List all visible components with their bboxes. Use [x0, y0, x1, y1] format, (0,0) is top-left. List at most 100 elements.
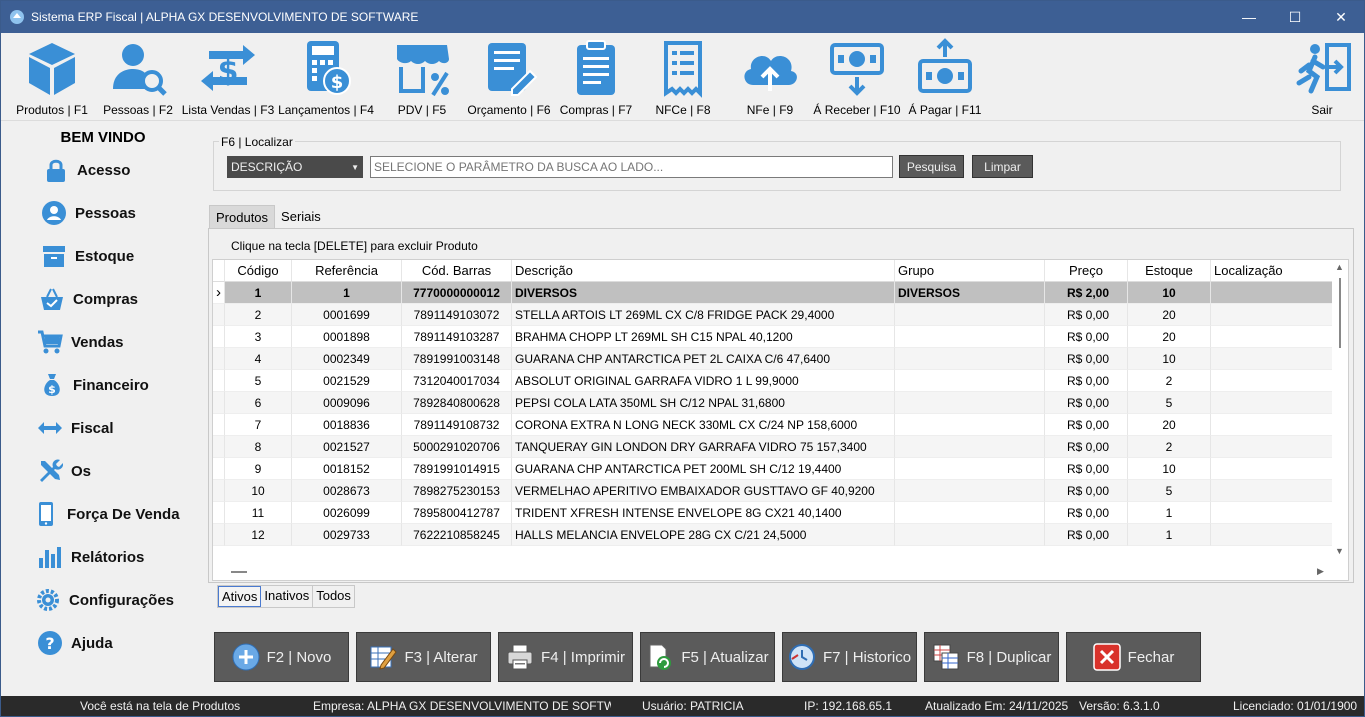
maximize-button[interactable]: ☐	[1272, 1, 1318, 33]
toolbar-orcamento-label: Orçamento | F6	[467, 103, 551, 117]
sidebar-item-fiscal[interactable]: Fiscal	[37, 411, 114, 445]
cell-codigo: 6	[225, 392, 292, 414]
products-grid[interactable]: Código Referência Cód. Barras Descrição …	[212, 259, 1349, 581]
column-header-descricao[interactable]: Descrição	[512, 260, 895, 282]
scroll-thumb[interactable]	[1339, 278, 1341, 348]
scroll-down-icon[interactable]: ▼	[1335, 546, 1344, 556]
novo-button[interactable]: F2 | Novo	[214, 632, 349, 682]
minimize-button[interactable]: —	[1226, 1, 1272, 33]
toolbar-orcamento-button[interactable]: Orçamento | F6	[466, 33, 552, 121]
clipboard-icon	[577, 40, 615, 95]
sidebar-item-financeiro[interactable]: $ Financeiro	[39, 368, 149, 402]
cell-localizacao	[1211, 326, 1333, 348]
shopping-basket-icon	[41, 288, 63, 310]
help-icon: ?	[38, 631, 62, 655]
cell-cod-barras: 7891149108732	[402, 414, 512, 436]
table-row[interactable]: 11 0026099 7895800412787 TRIDENT XFRESH INT…	[213, 502, 1333, 524]
toolbar-nfce-button[interactable]: NFCe | F8	[649, 33, 717, 121]
historico-button-label: F7 | Historico	[822, 648, 912, 666]
sidebar-item-acesso[interactable]: Acesso	[43, 153, 130, 187]
main-content: F6 | Localizar DESCRIÇÃO ▼ Pesquisa Limp…	[201, 123, 1364, 696]
filter-ativos[interactable]: Ativos	[218, 586, 262, 607]
table-row[interactable]: 7 0018836 7891149108732 CORONA EXTRA N LONG…	[213, 414, 1333, 436]
vertical-scrollbar[interactable]: ▲ ▼	[1332, 260, 1348, 580]
toolbar-compras-button[interactable]: Compras | F7	[559, 33, 633, 121]
tab-produtos[interactable]: Produtos	[209, 205, 276, 229]
table-row[interactable]: 8 0021527 5000291020706 TANQUERAY GIN LONDO…	[213, 436, 1333, 458]
cell-estoque: 10	[1128, 282, 1211, 304]
column-header-preco[interactable]: Preço	[1045, 260, 1128, 282]
sidebar-item-forca-de-venda[interactable]: Força De Venda	[33, 497, 180, 531]
table-row[interactable]: 4 0002349 7891991003148 GUARANA CHP ANTARCT…	[213, 348, 1333, 370]
sidebar-item-configuracoes[interactable]: Configurações	[35, 583, 174, 617]
cell-cod-barras: 7891991003148	[402, 348, 512, 370]
scroll-right-icon[interactable]: ▶	[1317, 566, 1324, 577]
app-logo-icon	[10, 10, 24, 24]
sidebar-item-ajuda[interactable]: ? Ajuda	[37, 626, 113, 660]
toolbar-sair-label: Sair	[1311, 103, 1333, 117]
atualizar-button[interactable]: F5 | Atualizar	[640, 632, 775, 682]
alterar-button[interactable]: F3 | Alterar	[356, 632, 491, 682]
toolbar-pdv-button[interactable]: PDV | F5	[391, 33, 453, 121]
search-param-select[interactable]: DESCRIÇÃO ▼	[227, 156, 363, 178]
column-header-grupo[interactable]: Grupo	[895, 260, 1045, 282]
toolbar-a-receber-button[interactable]: Á Receber | F10	[813, 33, 901, 121]
filter-todos[interactable]: Todos	[313, 586, 354, 607]
row-indicator	[213, 502, 225, 524]
cell-grupo	[895, 480, 1045, 502]
cell-referencia: 0028673	[292, 480, 402, 502]
table-row[interactable]: 2 0001699 7891149103072 STELLA ARTOIS LT 26…	[213, 304, 1333, 326]
cell-cod-barras: 7895800412787	[402, 502, 512, 524]
close-window-button[interactable]: ✕	[1318, 1, 1364, 33]
toolbar-a-pagar-button[interactable]: Á Pagar | F11	[907, 33, 983, 121]
horizontal-scrollbar[interactable]: ▶	[213, 564, 1333, 580]
cell-grupo	[895, 370, 1045, 392]
pesquisa-button[interactable]: Pesquisa	[899, 155, 964, 178]
sidebar-item-os[interactable]: Os	[37, 454, 91, 488]
add-circle-icon	[232, 643, 260, 671]
svg-text:$: $	[331, 72, 344, 93]
limpar-button[interactable]: Limpar	[972, 155, 1033, 178]
column-header-codigo[interactable]: Código	[225, 260, 292, 282]
sidebar-item-relatorios[interactable]: Relátorios	[37, 540, 144, 574]
sidebar-item-estoque[interactable]: Estoque	[41, 239, 134, 273]
toolbar-nfe-button[interactable]: NFe | F9	[737, 33, 803, 121]
filter-inativos[interactable]: Inativos	[261, 586, 314, 607]
imprimir-button[interactable]: F4 | Imprimir	[498, 632, 633, 682]
tab-seriais[interactable]: Seriais	[275, 205, 327, 229]
toolbar-produtos-button[interactable]: Produtos | F1	[13, 33, 91, 121]
duplicar-button[interactable]: F8 | Duplicar	[924, 632, 1059, 682]
search-input[interactable]	[370, 156, 893, 178]
column-header-estoque[interactable]: Estoque	[1128, 260, 1211, 282]
cell-codigo: 1	[225, 282, 292, 304]
table-row[interactable]: 10 0028673 7898275230153 VERMELHAO APERITIV…	[213, 480, 1333, 502]
toolbar-lista-vendas-button[interactable]: $ Lista Vendas | F3	[182, 33, 274, 121]
table-row[interactable]: 5 0021529 7312040017034 ABSOLUT ORIGINAL GA…	[213, 370, 1333, 392]
toolbar-pessoas-button[interactable]: Pessoas | F2	[102, 33, 174, 121]
sidebar-item-pessoas[interactable]: Pessoas	[41, 196, 136, 230]
close-icon	[1092, 643, 1121, 671]
column-header-cod-barras[interactable]: Cód. Barras	[402, 260, 512, 282]
toolbar-lancamentos-button[interactable]: $ Lançamentos | F4	[277, 33, 375, 121]
header-indicator	[213, 260, 225, 282]
sidebar-item-compras[interactable]: Compras	[39, 282, 138, 316]
money-down-icon	[830, 43, 884, 96]
fechar-button[interactable]: Fechar	[1066, 632, 1201, 682]
cell-descricao: BRAHMA CHOPP LT 269ML SH C15 NPAL 40,120…	[512, 326, 895, 348]
imprimir-button-label: F4 | Imprimir	[541, 648, 625, 666]
table-row[interactable]: 6 0009096 7892840800628 PEPSI COLA LATA 350…	[213, 392, 1333, 414]
column-header-referencia[interactable]: Referência	[292, 260, 402, 282]
bar-chart-icon	[39, 547, 61, 568]
table-row[interactable]: 3 0001898 7891149103287 BRAHMA CHOPP LT 269…	[213, 326, 1333, 348]
column-header-localizacao[interactable]: Localização	[1211, 260, 1333, 282]
scroll-up-icon[interactable]: ▲	[1335, 262, 1344, 272]
cell-descricao: VERMELHAO APERITIVO EMBAIXADOR GUSTTAVO …	[512, 480, 895, 502]
table-row[interactable]: 12 0029733 7622210858245 HALLS MELANCIA ENV…	[213, 524, 1333, 546]
table-row[interactable]: 9 0018152 7891991014915 GUARANA CHP ANTARCT…	[213, 458, 1333, 480]
table-row[interactable]: › 1 1 7770000000012 DIVERSOS DIVERSOS R$ 2,00 1…	[213, 282, 1333, 304]
sidebar-item-vendas[interactable]: Vendas	[37, 325, 124, 359]
toolbar-sair-button[interactable]: Sair	[1289, 33, 1355, 121]
hscroll-thumb[interactable]	[231, 571, 247, 573]
historico-button[interactable]: F7 | Historico	[782, 632, 917, 682]
cell-preco: R$ 0,00	[1045, 348, 1128, 370]
